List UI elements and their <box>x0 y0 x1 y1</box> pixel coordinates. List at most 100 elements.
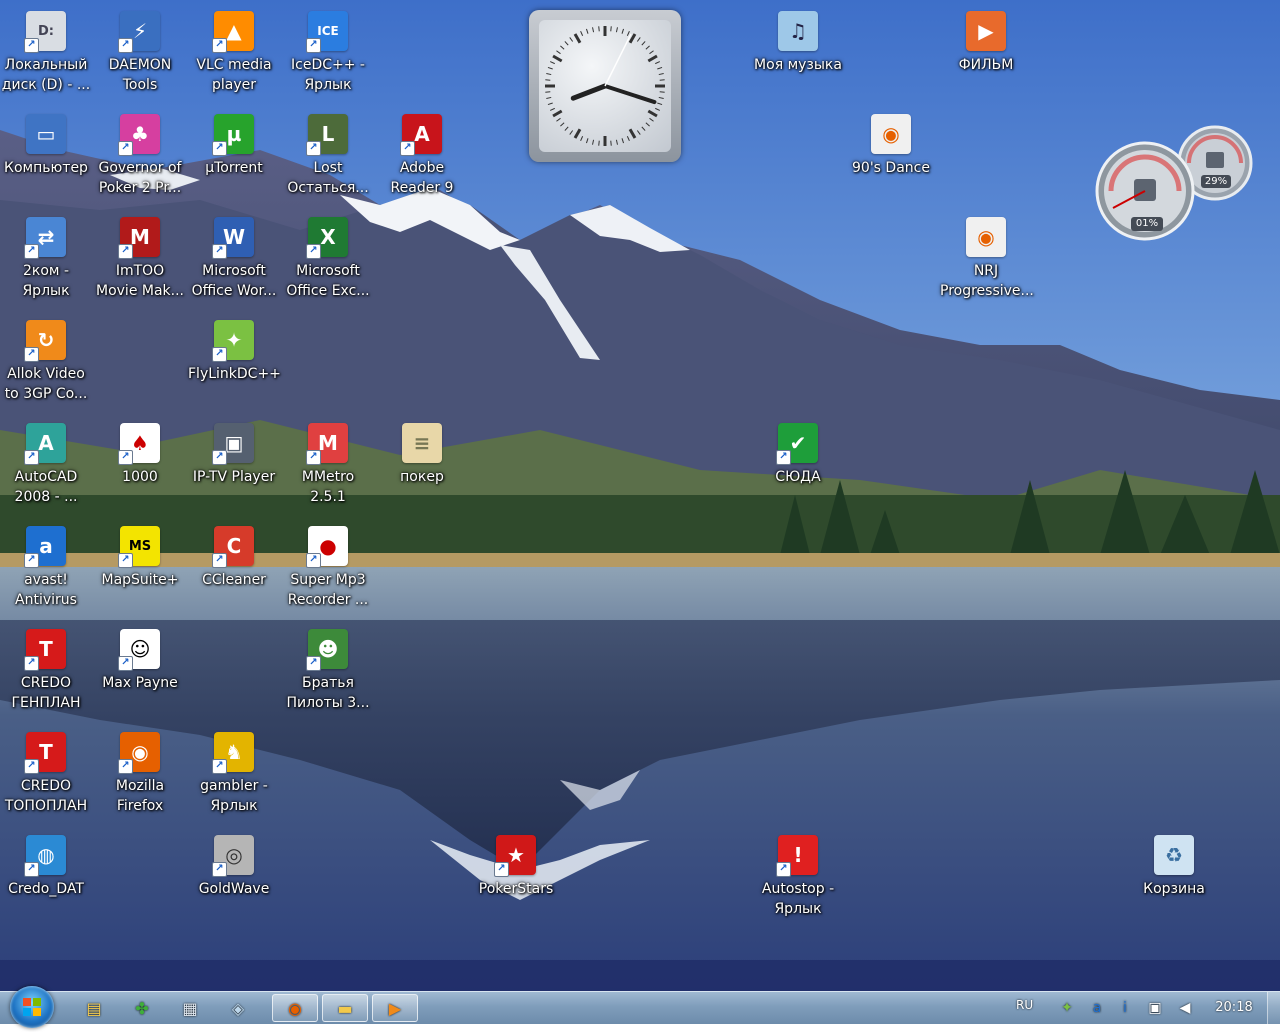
shortcut-arrow-icon: ↗ <box>118 141 133 156</box>
network-icon[interactable]: ▣ <box>1146 999 1164 1017</box>
desktop-icon-mmetro[interactable]: M ↗ MMetro 2.5.1 <box>282 416 374 516</box>
desktop-icon-label: Локальный диск (D) - ... <box>0 55 92 95</box>
desktop-icon-local-disk[interactable]: D: ↗ Локальный диск (D) - ... <box>0 4 92 104</box>
desktop-icon-flylink[interactable]: ✦ ↗ FlyLinkDC++ <box>188 313 281 413</box>
pilot-icon: ☻ ↗ <box>306 629 348 671</box>
desktop-icon-label-line: покер <box>400 469 444 485</box>
desktop-icon-autostop[interactable]: ! ↗ Autostop - Ярлык <box>752 828 844 928</box>
desktop-icon-syuda[interactable]: ✔ ↗ СЮДА <box>752 416 844 516</box>
firefox-file-icon: ◉ <box>966 217 1006 257</box>
film-strip-icon-glyph: M <box>130 225 150 249</box>
desktop-icon-ccleaner[interactable]: C ↗ CCleaner <box>188 519 280 619</box>
desktop-icon-goldwave[interactable]: ◎ ↗ GoldWave <box>188 828 280 928</box>
taskbar-button-calculator[interactable]: ▦ <box>168 994 212 1022</box>
taskbar-button-clover-app[interactable]: ✤ <box>120 994 164 1022</box>
desktop-icon-vlc[interactable]: ▲ ↗ VLC media player <box>188 4 280 104</box>
windows-logo-icon <box>23 998 41 1016</box>
desktop-icon-governor-poker[interactable]: ♣ ↗ Governor of Poker 2 Pr... <box>94 107 186 207</box>
desktop-icon-label: Mozilla Firefox <box>94 776 186 816</box>
desktop-icon-2kom[interactable]: ⇄ ↗ 2ком - Ярлык <box>0 210 92 310</box>
butterfly-icon[interactable]: ✦ <box>1058 999 1076 1017</box>
avast-icon[interactable]: a <box>1088 999 1106 1017</box>
volume-icon[interactable]: ◀ <box>1176 999 1194 1017</box>
desktop-icon-word[interactable]: W ↗ Microsoft Office Wor... <box>188 210 280 310</box>
cpu-meter-gadget[interactable]: 01% 29% <box>1093 123 1253 243</box>
playing-cards-icon-glyph: ♠ <box>131 431 149 455</box>
goldwave-icon: ◎ ↗ <box>212 835 254 877</box>
clock-gadget[interactable] <box>529 10 681 162</box>
disk-icon: ◈ <box>231 998 245 1018</box>
desktop-icon-credo-topoplan[interactable]: T ↗ CREDO ТОПОПЛАН <box>0 725 92 825</box>
taskbar-button-media-task[interactable]: ▶ <box>372 994 418 1022</box>
language-indicator[interactable]: RU <box>1016 998 1033 1012</box>
desktop-icon-pokerstars[interactable]: ★ ↗ PokerStars <box>470 828 562 928</box>
desktop-icon-gambler[interactable]: ♞ ↗ gambler - Ярлык <box>188 725 280 825</box>
desktop-icon-icedc[interactable]: ICE ↗ IceDC++ - Ярлык <box>282 4 374 104</box>
shortcut-arrow-icon: ↗ <box>118 553 133 568</box>
desktop-icon-super-mp3[interactable]: ● ↗ Super Mp3 Recorder ... <box>282 519 374 619</box>
taskbar-clock[interactable]: 20:18 <box>1206 1000 1262 1015</box>
desktop-icon-label: 2ком - Ярлык <box>0 261 92 301</box>
taskbar-button-folder-task[interactable]: ▬ <box>322 994 368 1022</box>
memory-icon <box>1206 152 1224 168</box>
desktop-icon-adobe-reader[interactable]: A ↗ Adobe Reader 9 <box>376 107 468 207</box>
desktop-icon-max-payne[interactable]: ☺ ↗ Max Payne <box>94 622 186 722</box>
desktop-icon-excel[interactable]: X ↗ Microsoft Office Exc... <box>282 210 374 310</box>
text-file-icon: ≡ <box>402 423 442 463</box>
metro-icon-glyph: M <box>318 431 338 455</box>
clock-tick <box>610 26 612 32</box>
pdf-icon: A ↗ <box>400 114 442 156</box>
desktop-icon-daemon-tools[interactable]: ⚡ ↗ DAEMON Tools <box>94 4 186 104</box>
desktop-icon-iptv[interactable]: ▣ ↗ IP-TV Player <box>188 416 280 516</box>
desktop-icon-film[interactable]: ▶ ФИЛЬМ <box>940 4 1032 104</box>
desktop-icon-bratya-piloty[interactable]: ☻ ↗ Братья Пилоты 3... <box>282 622 374 722</box>
desktop-icon-label-line: Microsoft <box>296 263 360 279</box>
lightning-disc-icon-glyph: ⚡ <box>132 19 148 43</box>
show-desktop-button[interactable] <box>1267 992 1280 1025</box>
shortcut-arrow-icon: ↗ <box>24 347 39 362</box>
firefox-file-icon: ◉ <box>871 114 911 154</box>
taskbar-button-disk-tool[interactable]: ◈ <box>216 994 260 1022</box>
desktop-icon-label-line: player <box>211 77 256 93</box>
desktop-icon-my-music[interactable]: ♫ Моя музыка <box>752 4 844 104</box>
desktop-icon-label-line: Allok Video <box>7 366 85 382</box>
avast-icon-glyph: a <box>39 534 53 558</box>
shield-icon: ✔ ↗ <box>776 423 818 465</box>
desktop-icon-poker-file[interactable]: ≡ покер <box>376 416 468 516</box>
desktop-icon-label-line: Adobe <box>399 160 445 176</box>
desktop-icon-utorrent[interactable]: µ ↗ µTorrent <box>188 107 280 207</box>
tv-icon: ▣ ↗ <box>212 423 254 465</box>
clock-tick <box>659 91 665 93</box>
desktop-icon-imtoo[interactable]: M ↗ ImTOO Movie Mak... <box>94 210 186 310</box>
desktop-icon-lost[interactable]: L ↗ Lost Остаться... <box>282 107 374 207</box>
desktop-icon-nrj[interactable]: ◉ NRJ Progressive... <box>940 210 1034 310</box>
desktop-icon-label: Allok Video to 3GP Co... <box>0 364 92 404</box>
shortcut-arrow-icon: ↗ <box>306 141 321 156</box>
recycle-bin-icon: ♻ <box>1154 835 1194 875</box>
desktop-icon-autocad[interactable]: A ↗ AutoCAD 2008 - ... <box>0 416 92 516</box>
desktop-icon-credo-genplan[interactable]: T ↗ CREDO ГЕНПЛАН <box>0 622 92 722</box>
info-icon[interactable]: i <box>1116 999 1134 1017</box>
start-button[interactable] <box>10 986 54 1028</box>
desktop-icon-avast[interactable]: a ↗ avast! Antivirus <box>0 519 92 619</box>
memory-usage-label: 29% <box>1201 175 1231 188</box>
desktop-icon-computer[interactable]: ▭ Компьютер <box>0 107 92 207</box>
clock-tick <box>545 91 551 93</box>
desktop-icon-recycle-bin[interactable]: ♻ Корзина <box>1128 828 1220 928</box>
taskbar-button-explorer-folder[interactable]: ▤ <box>72 994 116 1022</box>
desktop-icon-90s-dance[interactable]: ◉ 90's Dance <box>845 107 937 207</box>
metro-icon: M ↗ <box>306 423 348 465</box>
desktop[interactable]: D: ↗ Локальный диск (D) - ... ⚡ ↗ DAEMON Tools ▲… <box>0 0 1280 991</box>
clock-tick <box>621 138 625 144</box>
desktop-icon-allok[interactable]: ↻ ↗ Allok Video to 3GP Co... <box>0 313 92 413</box>
taskbar-button-firefox-task[interactable]: ◉ <box>272 994 318 1022</box>
shortcut-arrow-icon: ↗ <box>24 553 39 568</box>
shortcut-arrow-icon: ↗ <box>306 450 321 465</box>
desktop-icon-label: Корзина <box>1128 879 1220 899</box>
shortcut-arrow-icon: ↗ <box>212 450 227 465</box>
desktop-icon-label: NRJ Progressive... <box>940 261 1034 301</box>
desktop-icon-1000[interactable]: ♠ ↗ 1000 <box>94 416 186 516</box>
desktop-icon-credo-dat[interactable]: ◍ ↗ Credo_DAT <box>0 828 92 928</box>
desktop-icon-mapsuite[interactable]: MS ↗ MapSuite+ <box>94 519 186 619</box>
desktop-icon-firefox[interactable]: ◉ ↗ Mozilla Firefox <box>94 725 186 825</box>
